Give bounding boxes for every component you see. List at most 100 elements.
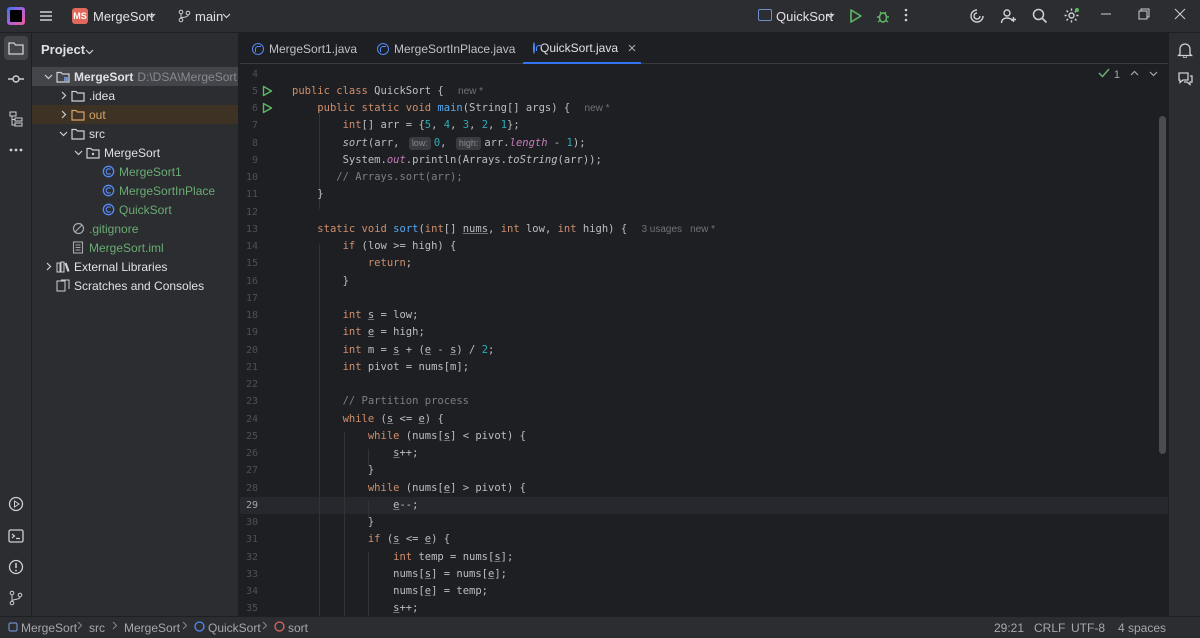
- chevron-down-icon[interactable]: [1149, 69, 1158, 81]
- expand-down-icon[interactable]: [73, 148, 83, 157]
- line-number[interactable]: 4: [240, 69, 258, 80]
- minimize-icon[interactable]: [1100, 8, 1112, 20]
- expand-down-icon[interactable]: [58, 129, 68, 138]
- line-number[interactable]: 18: [240, 310, 258, 321]
- code-line[interactable]: }: [292, 514, 374, 531]
- line-number[interactable]: 20: [240, 345, 258, 356]
- expand-right-icon[interactable]: [58, 110, 68, 119]
- expand-right-icon[interactable]: [58, 91, 68, 100]
- problems-tool-icon[interactable]: [4, 555, 28, 579]
- caret-position[interactable]: 29:21: [994, 621, 1024, 635]
- code-line[interactable]: sort(arr, low: 0, high: arr.length - 1);: [292, 135, 586, 152]
- line-number[interactable]: 33: [240, 569, 258, 580]
- run-config-icon[interactable]: [758, 9, 772, 21]
- settings-gear-icon[interactable]: [1063, 7, 1080, 24]
- chevron-down-icon[interactable]: [222, 11, 231, 20]
- tree-item-external-libraries[interactable]: External Libraries: [32, 257, 238, 276]
- commit-tool-icon[interactable]: [4, 67, 28, 91]
- line-number[interactable]: 12: [240, 207, 258, 218]
- tree-item-quicksort[interactable]: QuickSort: [32, 200, 238, 219]
- code-line[interactable]: if (s <= e) {: [292, 531, 450, 548]
- code-line[interactable]: s++;: [292, 600, 418, 616]
- tab-quicksort[interactable]: QuickSort.java: [523, 33, 641, 64]
- code-line[interactable]: }: [292, 186, 323, 203]
- gutter-run-icon[interactable]: [262, 102, 273, 117]
- git-tool-icon[interactable]: [4, 586, 28, 610]
- restore-icon[interactable]: [1138, 8, 1150, 20]
- line-number[interactable]: 9: [240, 155, 258, 166]
- project-view-title[interactable]: Project: [41, 42, 85, 57]
- add-user-icon[interactable]: [1000, 8, 1017, 24]
- tree-item-mergesort1[interactable]: MergeSort1: [32, 162, 238, 181]
- main-menu-icon[interactable]: [38, 8, 54, 24]
- line-number[interactable]: 16: [240, 276, 258, 287]
- line-number[interactable]: 17: [240, 293, 258, 304]
- breadcrumb-package[interactable]: MergeSort: [124, 621, 180, 635]
- code-line[interactable]: int pivot = nums[m];: [292, 359, 469, 376]
- tree-item-mergesort[interactable]: MergeSort: [32, 143, 238, 162]
- tab-mergesortinplace[interactable]: MergeSortInPlace.java: [377, 33, 515, 64]
- line-number[interactable]: 19: [240, 327, 258, 338]
- file-encoding[interactable]: UTF-8: [1071, 621, 1105, 635]
- line-number[interactable]: 5: [240, 86, 258, 97]
- code-editor[interactable]: 4 5 6 7 8 9 10 11 12 13 14 15 16 17 18 19 20 21 22 23 24 25 26…: [240, 64, 1168, 616]
- code-line[interactable]: }: [292, 462, 374, 479]
- code-line[interactable]: while (nums[e] > pivot) {: [292, 480, 526, 497]
- terminal-tool-icon[interactable]: [4, 524, 28, 548]
- line-number[interactable]: 6: [240, 103, 258, 114]
- breadcrumb-src[interactable]: src: [89, 621, 105, 635]
- project-badge[interactable]: MS: [72, 8, 88, 24]
- code-line[interactable]: if (low >= high) {: [292, 238, 457, 255]
- chevron-down-icon[interactable]: [826, 11, 835, 20]
- line-number[interactable]: 7: [240, 120, 258, 131]
- branch-switcher[interactable]: main: [195, 9, 223, 24]
- line-number[interactable]: 21: [240, 362, 258, 373]
- line-number[interactable]: 11: [240, 189, 258, 200]
- line-number[interactable]: 32: [240, 552, 258, 563]
- chevron-down-icon[interactable]: [85, 45, 94, 59]
- project-switcher[interactable]: MergeSort: [93, 9, 154, 24]
- line-number[interactable]: 34: [240, 586, 258, 597]
- code-line[interactable]: // Arrays.sort(arr);: [292, 169, 462, 186]
- code-line[interactable]: int e = high;: [292, 324, 425, 341]
- line-number[interactable]: 27: [240, 465, 258, 476]
- git-branch-icon[interactable]: [178, 9, 191, 23]
- tree-item-mergesort-iml[interactable]: MergeSort.iml: [32, 238, 238, 257]
- line-number[interactable]: 8: [240, 138, 258, 149]
- tab-mergesort1[interactable]: MergeSort1.java: [252, 33, 357, 64]
- tree-item-mergesortinplace[interactable]: MergeSortInPlace: [32, 181, 238, 200]
- code-line[interactable]: s++;: [292, 445, 418, 462]
- line-number[interactable]: 13: [240, 224, 258, 235]
- code-line[interactable]: return;: [292, 255, 412, 272]
- line-number[interactable]: 22: [240, 379, 258, 390]
- breadcrumb-method[interactable]: sort: [274, 621, 308, 635]
- services-tool-icon[interactable]: [4, 492, 28, 516]
- tree-item-scratches-and-consoles[interactable]: Scratches and Consoles: [32, 276, 238, 295]
- search-icon[interactable]: [1032, 8, 1048, 24]
- code-line[interactable]: int s = low;: [292, 307, 419, 324]
- notifications-bell-icon[interactable]: [1173, 38, 1197, 62]
- tree-item-out[interactable]: out: [32, 105, 238, 124]
- ai-chat-icon[interactable]: [1173, 67, 1197, 91]
- code-line[interactable]: System.out.println(Arrays.toString(arr))…: [292, 152, 602, 169]
- tree-item-src[interactable]: src: [32, 124, 238, 143]
- more-tool-windows-icon[interactable]: [4, 138, 28, 162]
- code-line[interactable]: public class QuickSort { new *: [292, 83, 483, 100]
- expand-down-icon[interactable]: [43, 72, 53, 81]
- line-number[interactable]: 26: [240, 448, 258, 459]
- expand-right-icon[interactable]: [43, 262, 53, 271]
- close-tab-icon[interactable]: [628, 41, 636, 55]
- code-line[interactable]: int m = s + (e - s) / 2;: [292, 342, 495, 359]
- code-line[interactable]: public static void main(String[] args) {…: [292, 100, 609, 117]
- chevron-down-icon[interactable]: [147, 11, 156, 20]
- line-number[interactable]: 24: [240, 414, 258, 425]
- run-icon[interactable]: [849, 8, 863, 24]
- intellij-logo-icon[interactable]: [7, 7, 25, 25]
- code-line[interactable]: }: [292, 273, 349, 290]
- line-number[interactable]: 10: [240, 172, 258, 183]
- breadcrumb-class[interactable]: QuickSort: [194, 621, 261, 635]
- line-number[interactable]: 25: [240, 431, 258, 442]
- vertical-scrollbar[interactable]: [1159, 116, 1166, 454]
- breadcrumb-project[interactable]: MergeSort: [8, 621, 77, 635]
- code-line[interactable]: while (nums[s] < pivot) {: [292, 428, 526, 445]
